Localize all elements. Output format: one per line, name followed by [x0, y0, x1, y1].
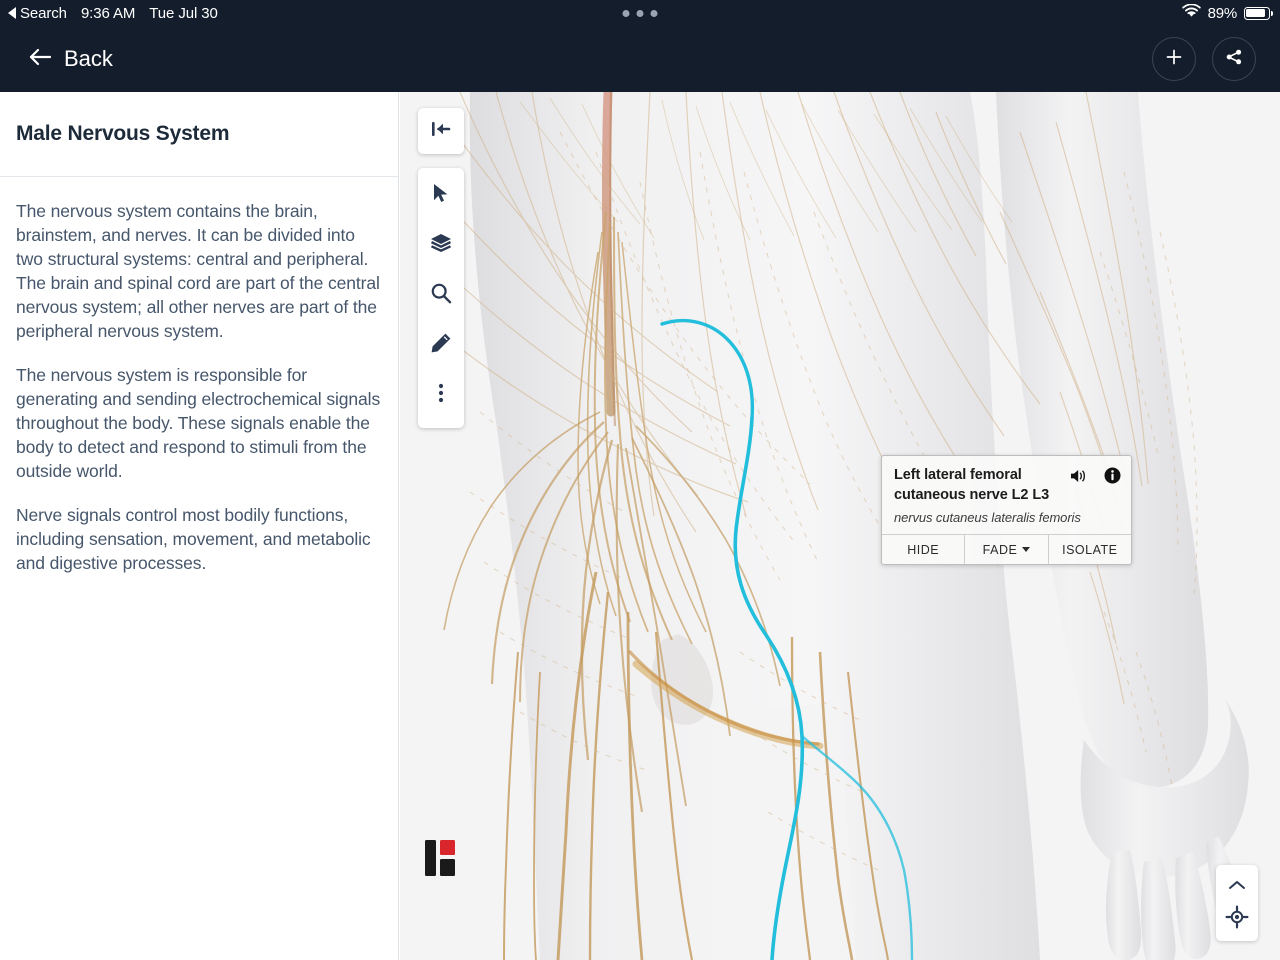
chevron-up-icon [1227, 878, 1247, 897]
info-sidebar: Male Nervous System The nervous system c… [0, 92, 399, 960]
search-icon [429, 281, 453, 310]
chevron-down-icon [1022, 547, 1031, 552]
three-dots-indicator [622, 9, 658, 17]
more-vertical-icon [431, 382, 451, 409]
back-triangle-icon [8, 7, 16, 19]
collapse-sidebar-button[interactable] [418, 108, 464, 154]
crosshair-target-icon [1225, 905, 1249, 934]
description-paragraph: Nerve signals control most bodily functi… [16, 505, 371, 573]
info-icon [1104, 467, 1121, 489]
camera-controls [1216, 865, 1258, 941]
status-bar-right: 89% [1181, 3, 1273, 23]
status-back-app-label: Search [20, 4, 67, 22]
speaker-button[interactable] [1069, 468, 1088, 489]
cursor-select-icon [430, 182, 452, 209]
page-title: Male Nervous System [16, 122, 230, 145]
description-paragraph: The nervous system is responsible for ge… [16, 365, 381, 481]
hide-button[interactable]: HIDE [882, 535, 966, 564]
recenter-button[interactable] [1222, 904, 1252, 934]
tooltip-actions: HIDE FADE ISOLATE [882, 534, 1131, 564]
isolate-button-label: ISOLATE [1062, 542, 1118, 557]
battery-percent-label: 89% [1207, 4, 1238, 22]
dot-3 [650, 9, 658, 17]
select-tool[interactable] [424, 178, 458, 212]
tooltip-header: Left lateral femoral cutaneous nerve L2 … [882, 456, 1131, 534]
wifi-icon [1181, 3, 1201, 23]
description-body: The nervous system contains the brain, b… [0, 177, 398, 575]
anatomy-object-tooltip: Left lateral femoral cutaneous nerve L2 … [881, 455, 1132, 565]
back-button[interactable]: Back [28, 46, 113, 72]
dot-1 [622, 9, 630, 17]
hide-button-label: HIDE [907, 542, 940, 557]
navigation-bar: Back [0, 26, 1280, 92]
draw-tool[interactable] [424, 328, 458, 362]
viewport-toolbar [418, 168, 464, 428]
info-button[interactable] [1104, 467, 1121, 489]
anatomy-3d-viewport[interactable]: Left lateral femoral cutaneous nerve L2 … [400, 92, 1280, 960]
description-paragraph: The nervous system contains the brain, b… [16, 201, 380, 341]
pencil-icon [429, 331, 453, 360]
more-tool[interactable] [424, 378, 458, 412]
share-button[interactable] [1212, 37, 1256, 81]
brand-logo [425, 840, 455, 876]
isolate-button[interactable]: ISOLATE [1049, 535, 1131, 564]
share-icon [1225, 48, 1243, 71]
nav-actions [1152, 37, 1256, 81]
fade-button-label: FADE [982, 542, 1018, 557]
battery-icon [1244, 6, 1273, 20]
fade-button[interactable]: FADE [965, 535, 1049, 564]
collapse-panel-icon [429, 117, 453, 146]
layers-tool[interactable] [424, 228, 458, 262]
tooltip-title: Left lateral femoral cutaneous nerve L2 … [894, 467, 1050, 503]
status-bar: Search 9:36 AM Tue Jul 30 89% [0, 0, 1280, 26]
status-bar-left[interactable]: Search 9:36 AM Tue Jul 30 [0, 5, 218, 22]
back-button-label: Back [64, 46, 113, 71]
status-date: Tue Jul 30 [149, 4, 218, 22]
camera-up-button[interactable] [1222, 872, 1252, 902]
battery-fill [1246, 8, 1266, 18]
arrow-left-icon [28, 47, 52, 72]
speaker-icon [1069, 468, 1088, 489]
nervous-system-model [400, 92, 1280, 960]
plus-icon [1165, 48, 1183, 71]
add-button[interactable] [1152, 37, 1196, 81]
layers-icon [429, 231, 453, 260]
app-root: Search 9:36 AM Tue Jul 30 89% Back Male … [0, 0, 1280, 960]
tooltip-latin-name: nervus cutaneus lateralis femoris [894, 510, 1081, 525]
search-tool[interactable] [424, 278, 458, 312]
dot-2 [636, 9, 644, 17]
tooltip-icon-group [1069, 467, 1121, 489]
status-time: 9:36 AM [80, 4, 136, 22]
